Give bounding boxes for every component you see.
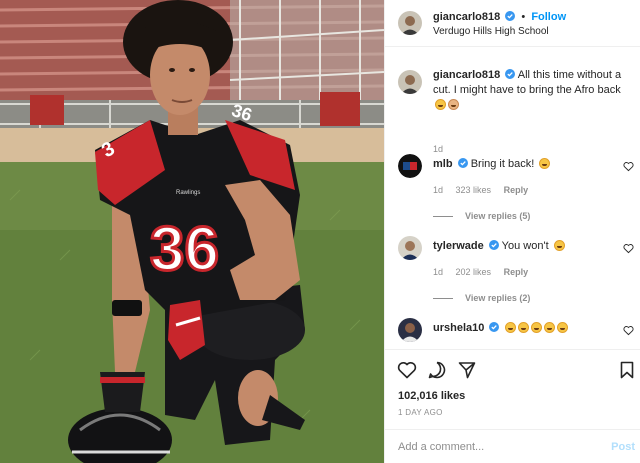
author-username[interactable]: giancarlo818 [433, 11, 500, 23]
comment-body: urshela10 [433, 322, 568, 334]
comment-meta: 1d 202 likes Reply [433, 267, 538, 277]
post-location[interactable]: Verdugo Hills High School [433, 26, 549, 37]
comment-meta: 1d 323 likes Reply [433, 185, 538, 195]
comment-likes[interactable]: 202 likes [456, 267, 492, 277]
tylerwade-avatar[interactable] [398, 236, 422, 260]
comment-item: tylerwade You won't 1d 202 likes Reply V… [398, 236, 634, 316]
grinning-squinting-emoji-icon [539, 158, 551, 169]
share-button[interactable] [457, 360, 477, 380]
urshela10-avatar[interactable] [398, 318, 422, 342]
like-comment-heart-icon[interactable] [623, 325, 634, 336]
mlb-avatar[interactable] [398, 154, 422, 178]
speech-bubble-icon [428, 361, 446, 379]
like-comment-heart-icon[interactable] [623, 243, 634, 254]
add-comment-input[interactable] [398, 437, 598, 457]
comment-username[interactable]: mlb [433, 158, 453, 170]
football-player-photo: 36 3 36 Rawlings [0, 0, 384, 463]
add-comment-bar: Post [385, 429, 640, 463]
author-avatar[interactable] [398, 11, 422, 35]
post-photo[interactable]: 36 3 36 Rawlings [0, 0, 384, 463]
separator-dot: • [521, 11, 526, 23]
caption-avatar[interactable] [398, 70, 422, 94]
post-header: giancarlo818 • Follow Verdugo Hills High… [385, 0, 640, 47]
likes-count[interactable]: 102,016 likes [398, 390, 465, 402]
comment-text: You won't [501, 240, 549, 252]
reply-button[interactable]: Reply [504, 267, 529, 277]
tears-of-joy-emoji-icon [543, 322, 555, 333]
comment-username[interactable]: urshela10 [433, 322, 484, 334]
verified-badge-icon [488, 240, 499, 250]
replies-divider [433, 298, 453, 300]
author-line: giancarlo818 • Follow [433, 11, 566, 23]
caption-time[interactable]: 1d [433, 144, 443, 154]
view-replies-button[interactable]: View replies (5) [433, 211, 530, 221]
grinning-face-emoji-icon [435, 99, 446, 110]
comment-likes[interactable]: 323 likes [456, 185, 492, 195]
like-comment-heart-icon[interactable] [623, 161, 634, 172]
comment-button[interactable] [427, 360, 447, 380]
heart-icon [397, 362, 417, 379]
verified-badge-icon [505, 11, 516, 21]
svg-text:36: 36 [150, 215, 219, 284]
save-button[interactable] [617, 360, 637, 380]
verified-badge-icon [457, 158, 468, 168]
caption-text-block: giancarlo818 All this time without a cut… [433, 68, 633, 113]
bookmark-icon [620, 361, 634, 379]
view-replies-label: View replies (5) [465, 211, 531, 221]
comment-body: tylerwade You won't [433, 240, 565, 252]
caption-username[interactable]: giancarlo818 [433, 69, 500, 81]
tears-of-joy-emoji-icon [517, 322, 529, 333]
tears-of-joy-emoji-icon [553, 240, 565, 251]
post-actions: 102,016 likes 1 DAY AGO [385, 349, 640, 429]
post-side-panel: giancarlo818 • Follow Verdugo Hills High… [384, 0, 640, 463]
verified-badge-icon [505, 69, 516, 79]
reply-button[interactable]: Reply [504, 185, 529, 195]
view-replies-label: View replies (2) [465, 293, 531, 303]
comment-item: mlb Bring it back! 1d 323 likes Reply Vi… [398, 154, 634, 234]
paper-plane-icon [458, 362, 476, 379]
svg-text:Rawlings: Rawlings [176, 190, 200, 196]
replies-divider [433, 216, 453, 218]
comment-username[interactable]: tylerwade [433, 240, 484, 252]
comments-list[interactable]: giancarlo818 All this time without a cut… [385, 48, 640, 348]
comment-time[interactable]: 1d [433, 185, 443, 195]
rolling-laughing-emoji-icon [556, 322, 568, 333]
comment-item: urshela10 [398, 318, 634, 348]
verified-badge-icon [489, 322, 500, 332]
rolling-laughing-emoji-icon [504, 322, 516, 333]
post-comment-button[interactable]: Post [611, 441, 635, 453]
post-timestamp[interactable]: 1 DAY AGO [398, 408, 443, 417]
comment-body: mlb Bring it back! [433, 158, 551, 170]
view-replies-button[interactable]: View replies (2) [433, 293, 530, 303]
follow-button[interactable]: Follow [531, 11, 566, 23]
ok-hand-emoji-icon [448, 99, 459, 110]
rolling-laughing-emoji-icon [530, 322, 542, 333]
comment-text: Bring it back! [470, 158, 535, 170]
comment-time[interactable]: 1d [433, 267, 443, 277]
like-button[interactable] [397, 360, 417, 380]
